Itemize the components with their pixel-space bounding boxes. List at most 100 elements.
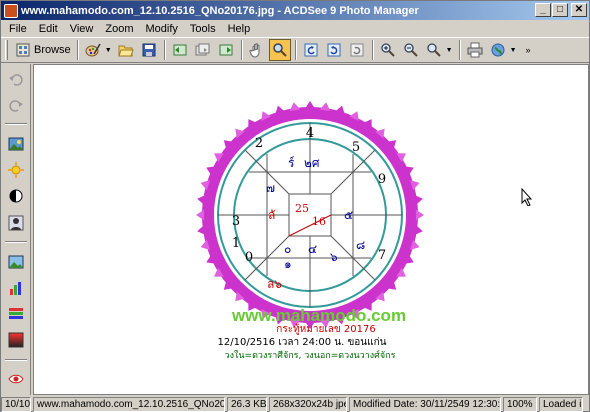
- menu-view[interactable]: View: [64, 23, 100, 35]
- glyph-left-upper: ๗: [266, 181, 275, 195]
- toolbar-separator: [240, 40, 243, 60]
- left-toolbar-separator: [4, 241, 27, 244]
- folder-open-icon: [117, 45, 134, 57]
- menu-tools[interactable]: Tools: [184, 23, 222, 35]
- printer-icon: [467, 42, 483, 58]
- lighting-button[interactable]: [5, 160, 27, 181]
- share-button[interactable]: [487, 39, 509, 61]
- ring-spike: [414, 224, 423, 236]
- left-edit-toolbar: [1, 64, 31, 395]
- image-stack-icon: [195, 43, 210, 56]
- edit-button[interactable]: [82, 39, 104, 61]
- rotate-left-button[interactable]: [300, 39, 322, 61]
- glyph-bottom-left-2: ๑: [284, 257, 292, 271]
- center-number-bottom: 16: [312, 215, 326, 228]
- rotate-icon: [350, 43, 364, 57]
- caption-post-number: กระทู้หมายเลข 20176: [276, 323, 375, 335]
- house-number-left-lower: 1: [232, 236, 240, 251]
- share-dropdown-arrow[interactable]: ▼: [510, 47, 517, 54]
- zoom-out-button[interactable]: [400, 39, 422, 61]
- status-bar: 10/10 www.mahamodo.com_12.10.2516_QNo201…: [1, 396, 589, 412]
- rotate-right-button[interactable]: [323, 39, 345, 61]
- maximize-button[interactable]: □: [552, 3, 568, 17]
- close-button[interactable]: ✕: [571, 3, 587, 17]
- contrast-icon: [9, 189, 22, 203]
- open-button[interactable]: [115, 39, 137, 61]
- menu-help[interactable]: Help: [222, 23, 257, 35]
- menu-bar: File Edit View Zoom Modify Tools Help: [1, 20, 589, 37]
- minimize-button[interactable]: _: [535, 3, 551, 17]
- red-eye-button[interactable]: [5, 212, 27, 233]
- menu-file[interactable]: File: [3, 23, 33, 35]
- previous-image-button[interactable]: [169, 39, 191, 61]
- browse-button[interactable]: Browse: [12, 39, 74, 61]
- ring-spike: [197, 224, 206, 236]
- redo-button[interactable]: [5, 94, 27, 115]
- color-bars-icon: [8, 308, 23, 320]
- menu-edit[interactable]: Edit: [33, 23, 64, 35]
- zoom-menu-button[interactable]: [423, 39, 445, 61]
- edit-dropdown-arrow[interactable]: ▼: [105, 47, 112, 54]
- image-exposure-icon: [8, 137, 23, 151]
- house-number-top-left: 2: [255, 136, 263, 151]
- share-globe-icon: [491, 43, 505, 57]
- resize-button[interactable]: [5, 251, 27, 272]
- menu-zoom[interactable]: Zoom: [99, 23, 139, 35]
- acdsee-app-icon[interactable]: [4, 3, 18, 18]
- glyph-bottom-left: ๐: [284, 242, 291, 256]
- select-zoom-button[interactable]: [268, 39, 291, 61]
- pan-button[interactable]: [246, 39, 268, 61]
- image-viewer-canvas[interactable]: 4 5 9 7 1 0 3 2 25 16 ร์ ๒ศ ๗ ลั ๕ ๐ ๑ ๔…: [33, 64, 589, 395]
- image-previous-icon: [173, 44, 187, 56]
- exposure-button[interactable]: [5, 133, 27, 154]
- glyph-left-mid: ลั: [268, 208, 275, 222]
- ring-spike: [289, 102, 301, 111]
- toolbar-separator: [458, 40, 461, 60]
- view-eye-button[interactable]: [5, 369, 27, 390]
- menu-modify[interactable]: Modify: [139, 23, 183, 35]
- undo-icon: [8, 73, 23, 86]
- ring-spike: [319, 102, 331, 111]
- zoom-in-icon: [380, 43, 395, 57]
- palette-brush-icon: [85, 43, 101, 57]
- glyph-right-mid: ๕: [344, 208, 353, 222]
- status-load-time: Loaded in: [539, 396, 583, 412]
- zoom-dropdown-arrow[interactable]: ▼: [446, 47, 453, 54]
- glyph-bottom-right: ๖: [330, 250, 338, 264]
- contrast-button[interactable]: [5, 186, 27, 207]
- levels-button[interactable]: [5, 277, 27, 298]
- status-file-size: 26.3 KB: [227, 396, 267, 412]
- ring-spike: [414, 194, 423, 206]
- rotate-options-button[interactable]: [346, 39, 368, 61]
- slideshow-button[interactable]: [192, 39, 214, 61]
- left-toolbar-separator: [4, 123, 27, 126]
- eye-icon: [7, 375, 24, 384]
- zoom-out-icon: [403, 43, 418, 57]
- glyph-top: ๒ศ: [304, 156, 320, 170]
- glyph-bottom-mid: ๔: [308, 242, 317, 256]
- ring-spike: [196, 209, 205, 221]
- color-balance-button[interactable]: [5, 304, 27, 325]
- toolbar-grip[interactable]: [5, 40, 8, 60]
- print-button[interactable]: [464, 39, 486, 61]
- next-image-button[interactable]: [215, 39, 237, 61]
- house-number-left-bottom: 0: [245, 250, 253, 265]
- glyph-bottom: ล๖: [267, 277, 282, 291]
- toolbar-overflow-icon[interactable]: »: [526, 45, 531, 55]
- toolbar-separator: [163, 40, 166, 60]
- browse-icon: [16, 43, 30, 57]
- status-modified-date: Modified Date: 30/11/2549 12:30:04: [349, 396, 501, 412]
- magnifier-select-icon: [272, 43, 287, 57]
- sharpen-button[interactable]: [5, 330, 27, 351]
- toolbar-separator: [294, 40, 297, 60]
- window-title: www.mahamodo.com_12.10.2516_QNo20176.jpg…: [21, 4, 419, 17]
- save-button[interactable]: [138, 39, 160, 61]
- rotate-right-icon: [327, 43, 341, 57]
- redo-icon: [8, 99, 23, 112]
- zoom-in-button[interactable]: [377, 39, 399, 61]
- undo-button[interactable]: [5, 68, 27, 89]
- center-number-top: 25: [295, 202, 309, 215]
- house-number-top: 4: [306, 126, 314, 141]
- status-dimensions: 268x320x24b jpeg: [269, 396, 347, 412]
- person-portrait-icon: [8, 215, 23, 231]
